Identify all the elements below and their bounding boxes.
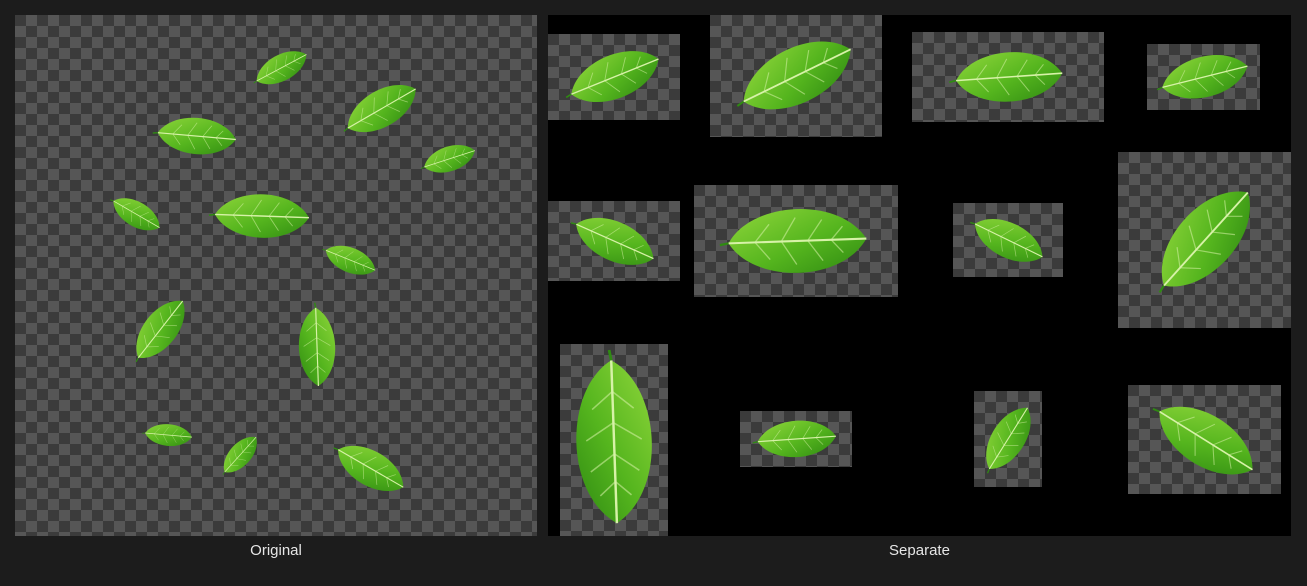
leaf-icon — [565, 51, 659, 103]
separate-canvas — [548, 15, 1291, 536]
leaf-icon — [110, 198, 160, 231]
leaf-icon — [420, 145, 475, 173]
original-caption: Original — [250, 542, 302, 559]
leaf-icon — [1152, 406, 1253, 474]
leaf-icon — [222, 436, 257, 475]
leaf-cutout — [912, 32, 1104, 122]
leaf-cutout — [548, 34, 680, 120]
leaf-icon — [1158, 191, 1250, 293]
leaf-cutout — [974, 391, 1042, 487]
leaf-icon — [719, 209, 867, 273]
leaf-icon — [970, 219, 1043, 262]
leaf-icon — [333, 445, 404, 491]
leaf-cutout — [548, 201, 680, 281]
leaf-icon — [576, 349, 652, 524]
leaf-icon — [253, 51, 307, 85]
original-canvas — [15, 15, 537, 536]
leaf-icon — [752, 420, 836, 458]
leaf-icon — [322, 245, 376, 275]
leaf-icon — [152, 117, 236, 155]
leaf-icon — [736, 41, 852, 110]
leaf-icon — [208, 194, 309, 238]
leaf-icon — [343, 85, 416, 133]
separate-caption: Separate — [889, 542, 950, 559]
leaf-icon — [1156, 55, 1248, 99]
leaf-cutout — [1118, 152, 1291, 328]
leaf-icon — [570, 217, 654, 265]
leaf-cutout — [1147, 44, 1260, 110]
leaf-icon — [986, 407, 1031, 474]
leaf-icon — [142, 424, 192, 446]
leaf-icon — [298, 302, 336, 386]
leaf-icon — [949, 52, 1063, 102]
leaf-cutout — [953, 203, 1063, 277]
leaf-cutout — [710, 15, 882, 137]
leaf-icon — [135, 300, 185, 363]
leaf-cutout — [560, 344, 668, 536]
leaf-cutout — [694, 185, 898, 297]
leaf-cutout — [740, 411, 852, 467]
leaf-cutout — [1128, 385, 1281, 494]
